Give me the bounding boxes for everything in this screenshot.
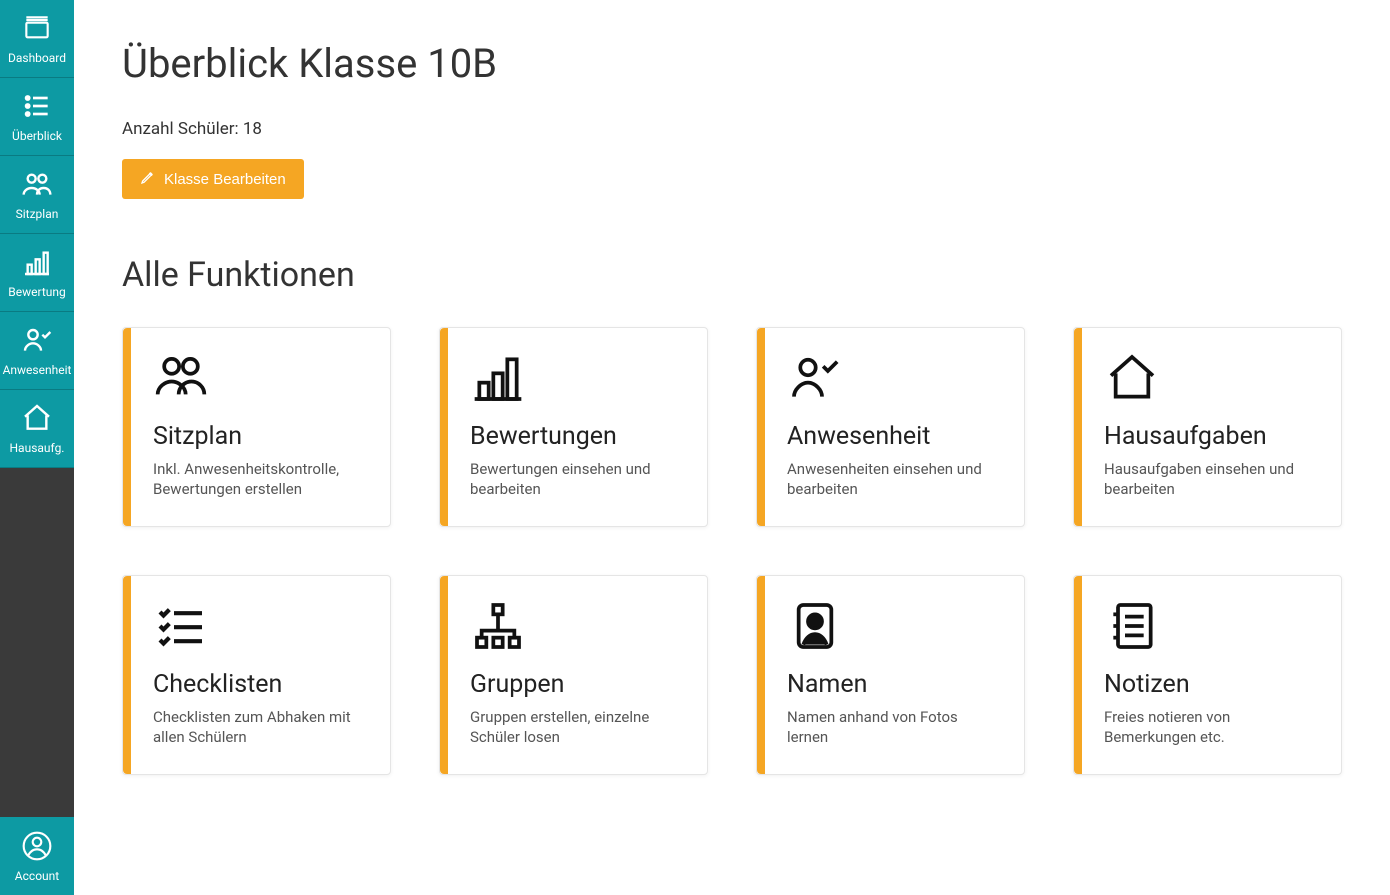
hierarchy-icon	[470, 598, 526, 654]
card-title: Anwesenheit	[787, 422, 1000, 451]
chart-icon	[21, 246, 53, 281]
card-desc: Freies notieren von Bemerkungen etc.	[1104, 707, 1317, 748]
function-cards-grid: Sitzplan Inkl. Anwesenheitskontrolle, Be…	[122, 327, 1342, 775]
sidebar-item-label: Anwesenheit	[3, 363, 72, 377]
attendance-check-icon	[787, 350, 843, 406]
card-title: Bewertungen	[470, 422, 683, 451]
edit-class-label: Klasse Bearbeiten	[164, 171, 286, 188]
card-checklisten[interactable]: Checklisten Checklisten zum Abhaken mit …	[122, 575, 391, 775]
sidebar-item-label: Account	[15, 869, 59, 883]
pencil-icon	[140, 169, 156, 189]
page-title: Überblick Klasse 10B	[122, 40, 1342, 87]
card-desc: Inkl. Anwesenheitskontrolle, Bewertungen…	[153, 459, 366, 500]
sidebar-item-anwesenheit[interactable]: Anwesenheit	[0, 312, 74, 390]
sidebar: Dashboard Überblick Sitzplan Bew	[0, 0, 74, 895]
section-title: Alle Funktionen	[122, 255, 1342, 295]
card-title: Namen	[787, 670, 1000, 699]
card-desc: Hausaufgaben einsehen und bearbeiten	[1104, 459, 1317, 500]
card-anwesenheit[interactable]: Anwesenheit Anwesenheiten einsehen und b…	[756, 327, 1025, 527]
home-icon	[1104, 350, 1160, 406]
sidebar-item-sitzplan[interactable]: Sitzplan	[0, 156, 74, 234]
attendance-check-icon	[21, 324, 53, 359]
sidebar-item-label: Bewertung	[8, 285, 66, 299]
card-title: Gruppen	[470, 670, 683, 699]
people-icon	[21, 168, 53, 203]
card-title: Sitzplan	[153, 422, 366, 451]
student-count: Anzahl Schüler: 18	[122, 119, 1342, 139]
card-gruppen[interactable]: Gruppen Gruppen erstellen, einzelne Schü…	[439, 575, 708, 775]
sidebar-item-label: Sitzplan	[16, 207, 59, 221]
card-title: Checklisten	[153, 670, 366, 699]
card-notizen[interactable]: Notizen Freies notieren von Bemerkungen …	[1073, 575, 1342, 775]
chart-icon	[470, 350, 526, 406]
card-bewertungen[interactable]: Bewertungen Bewertungen einsehen und bea…	[439, 327, 708, 527]
card-hausaufgaben[interactable]: Hausaufgaben Hausaufgaben einsehen und b…	[1073, 327, 1342, 527]
edit-class-button[interactable]: Klasse Bearbeiten	[122, 159, 304, 199]
sidebar-item-dashboard[interactable]: Dashboard	[0, 0, 74, 78]
card-desc: Gruppen erstellen, einzelne Schüler lose…	[470, 707, 683, 748]
dashboard-icon	[21, 12, 53, 47]
account-icon	[21, 830, 53, 865]
sidebar-item-bewertung[interactable]: Bewertung	[0, 234, 74, 312]
sidebar-item-account[interactable]: Account	[0, 817, 74, 895]
card-desc: Anwesenheiten einsehen und bearbeiten	[787, 459, 1000, 500]
sidebar-item-label: Überblick	[12, 129, 62, 143]
sidebar-item-label: Hausaufg.	[10, 441, 65, 455]
sidebar-item-label: Dashboard	[8, 51, 66, 65]
card-namen[interactable]: Namen Namen anhand von Fotos lernen	[756, 575, 1025, 775]
people-icon	[153, 350, 209, 406]
notes-icon	[1104, 598, 1160, 654]
checklist-icon	[153, 598, 209, 654]
card-sitzplan[interactable]: Sitzplan Inkl. Anwesenheitskontrolle, Be…	[122, 327, 391, 527]
card-desc: Namen anhand von Fotos lernen	[787, 707, 1000, 748]
main-content: Überblick Klasse 10B Anzahl Schüler: 18 …	[74, 0, 1390, 895]
list-icon	[21, 90, 53, 125]
sidebar-item-uberblick[interactable]: Überblick	[0, 78, 74, 156]
card-title: Hausaufgaben	[1104, 422, 1317, 451]
portrait-icon	[787, 598, 843, 654]
card-title: Notizen	[1104, 670, 1317, 699]
sidebar-item-hausaufgaben[interactable]: Hausaufg.	[0, 390, 74, 468]
card-desc: Checklisten zum Abhaken mit allen Schüle…	[153, 707, 366, 748]
card-desc: Bewertungen einsehen und bearbeiten	[470, 459, 683, 500]
home-icon	[21, 402, 53, 437]
